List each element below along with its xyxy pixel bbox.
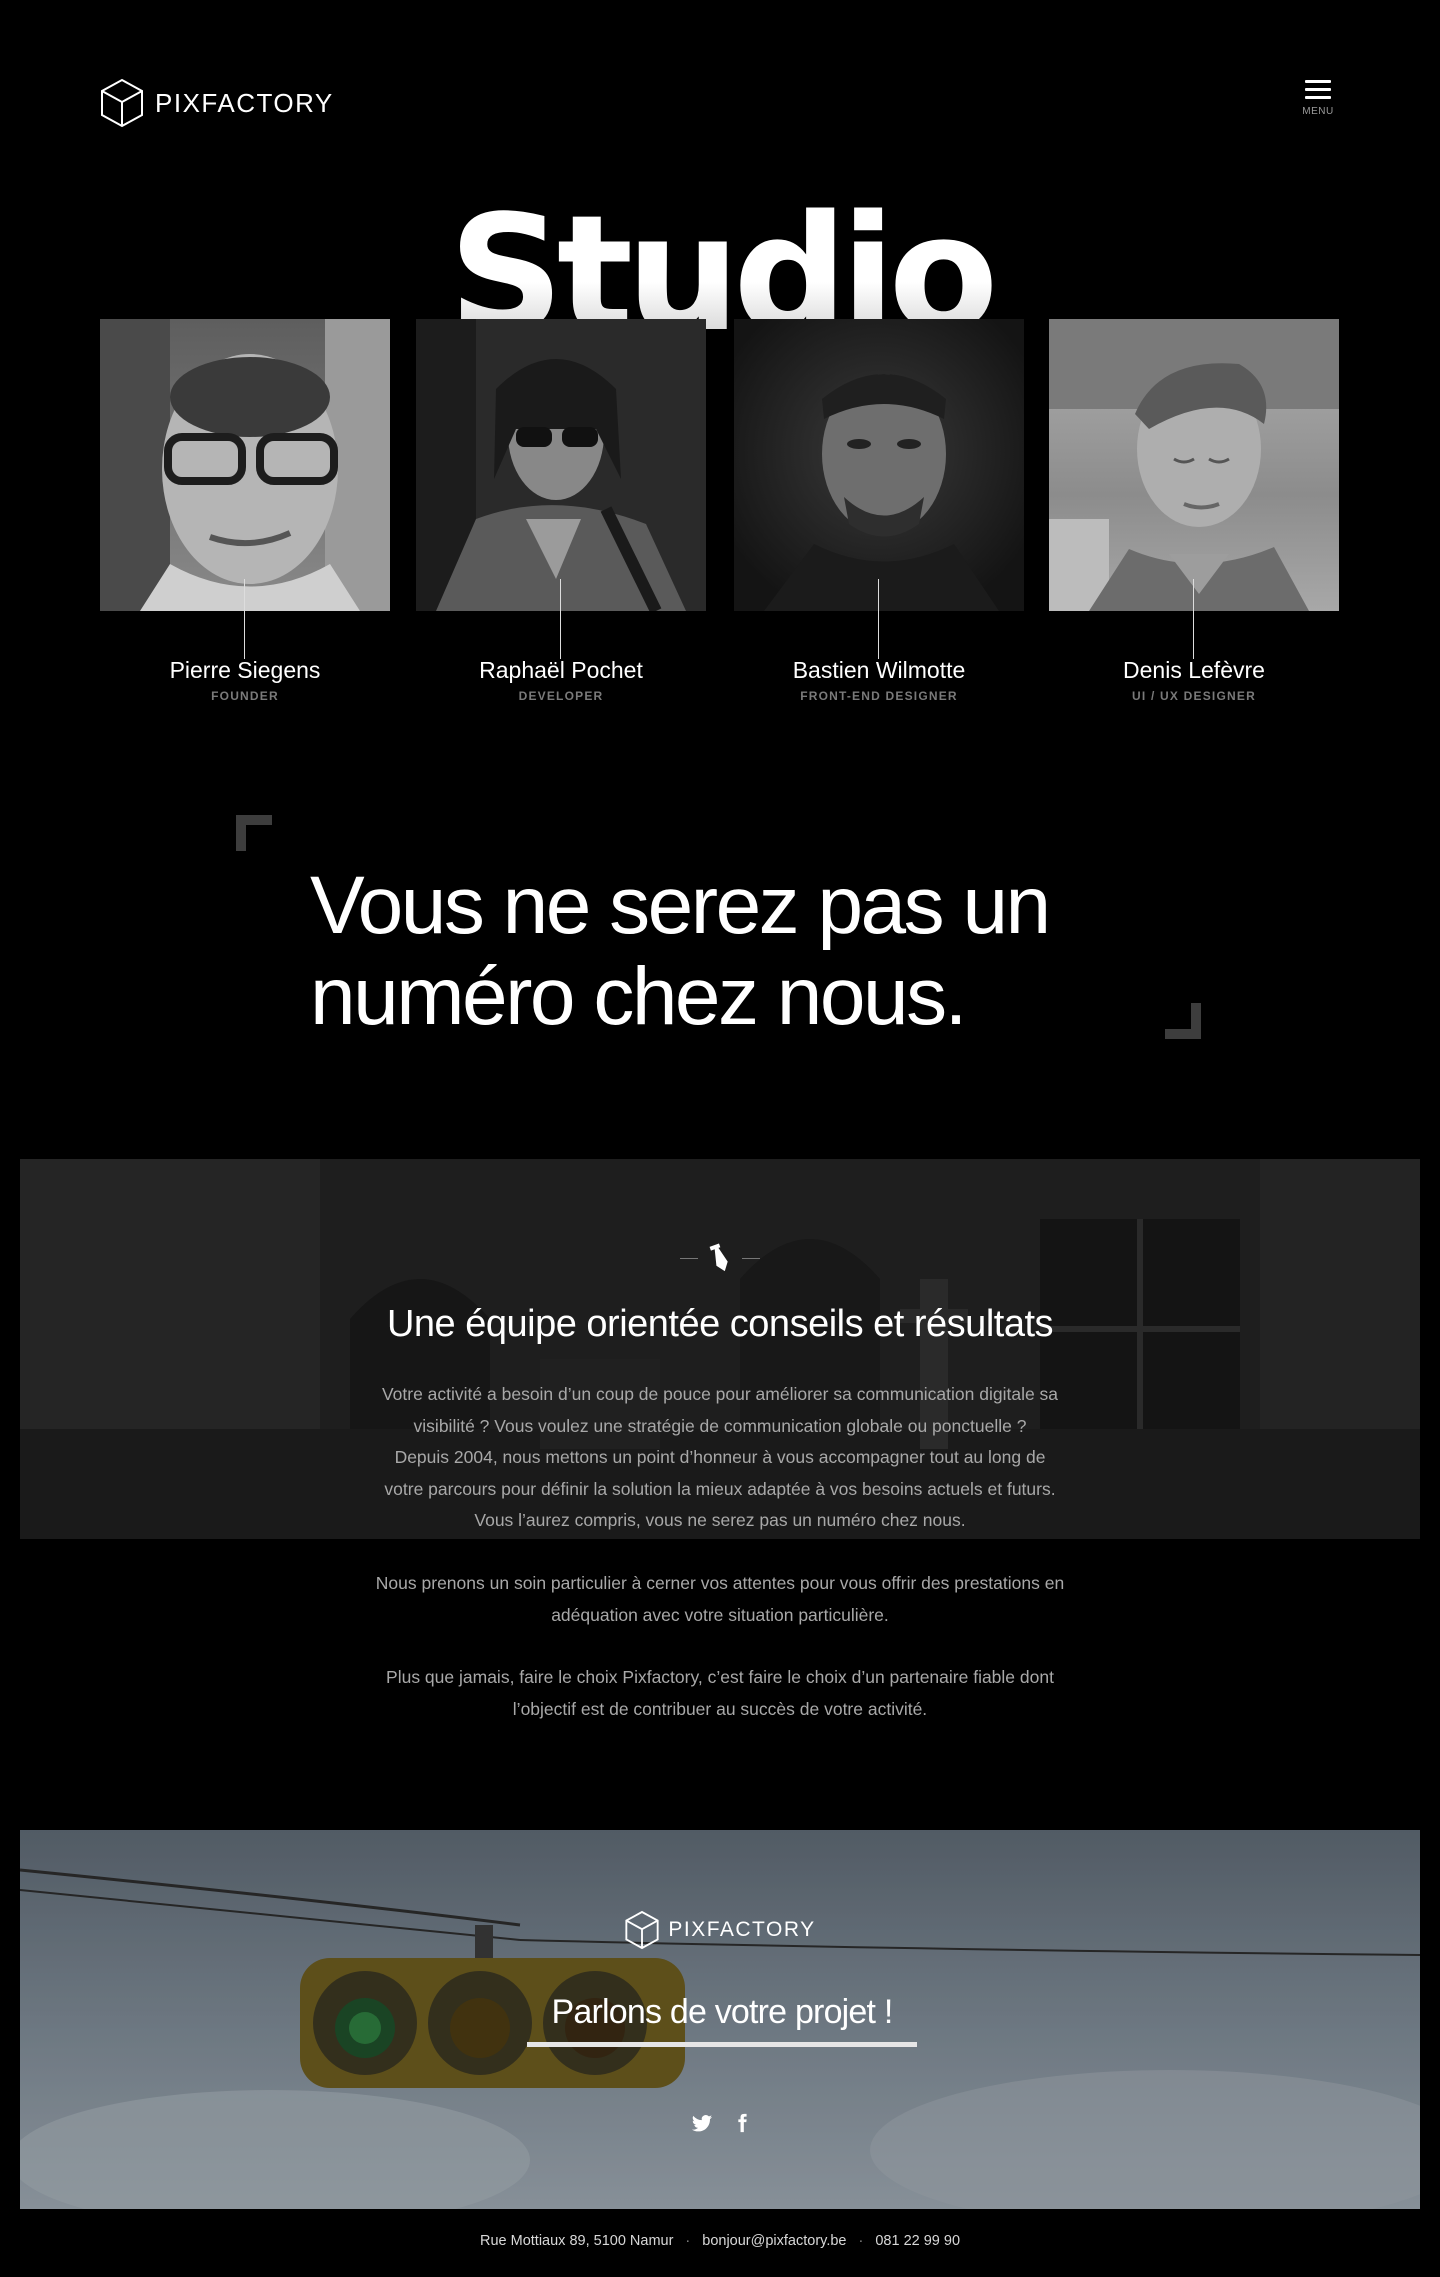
- footer-logo[interactable]: PIXFACTORY: [20, 1910, 1420, 1950]
- menu-label: MENU: [1302, 106, 1334, 117]
- separator: ·: [858, 2233, 864, 2249]
- separator: ·: [685, 2233, 691, 2249]
- paragraph-line: Vous l’aurez compris, vous ne serez pas …: [474, 1510, 966, 1530]
- quote-corner-bottom-right: [1165, 1003, 1201, 1039]
- brand-name: PIXFACTORY: [668, 1918, 816, 1941]
- member-role: FRONT-END DESIGNER: [800, 689, 958, 703]
- twitter-icon[interactable]: [691, 2112, 713, 2134]
- paragraph-line: visibilité ? Vous voulez une stratégie d…: [413, 1415, 1027, 1436]
- quote-heading: Vous ne serez pas un numéro chez nous.: [310, 860, 1210, 1042]
- member-role: DEVELOPER: [518, 689, 604, 703]
- footer-email-link[interactable]: bonjour@pixfactory.be: [702, 2233, 846, 2249]
- quote-line: Vous ne serez pas un: [310, 860, 1051, 951]
- divider-line: [680, 1258, 698, 1259]
- member-photo: [734, 319, 1024, 611]
- connector-line: [244, 579, 245, 659]
- member-photo: [100, 319, 390, 611]
- hamburger-icon: [1305, 78, 1331, 102]
- connector-line: [560, 579, 561, 659]
- quote-line: numéro chez nous.: [310, 951, 967, 1042]
- footer-phone-link[interactable]: 081 22 99 90: [875, 2233, 960, 2249]
- member-photo: [416, 319, 706, 611]
- team-member-card[interactable]: Denis Lefèvre UI / UX DESIGNER: [1049, 319, 1339, 703]
- section-title: Une équipe orientée conseils et résultat…: [386, 1303, 1054, 1345]
- pen-icon: [709, 1243, 728, 1272]
- paragraph-line: Nous prenons un soin particulier à cerne…: [375, 1573, 1065, 1593]
- menu-button[interactable]: MENU: [1298, 78, 1338, 128]
- team-member-card[interactable]: Raphaël Pochet DEVELOPER: [416, 319, 706, 703]
- paragraph-line: adéquation avec votre situation particul…: [551, 1604, 889, 1625]
- paragraph-line: Plus que jamais, faire le choix Pixfacto…: [386, 1667, 1054, 1687]
- paragraph-line: votre parcours pour définir la solution …: [384, 1478, 1056, 1499]
- cube-logo-icon: [101, 78, 143, 128]
- quote-corner-top-left: [236, 815, 272, 851]
- paragraph: Plus que jamais, faire le choix Pixfacto…: [310, 1662, 1130, 1725]
- divider-line: [742, 1258, 760, 1259]
- contact-banner: PIXFACTORY Parlons de votre projet !: [20, 1830, 1420, 2209]
- connector-line: [878, 579, 879, 659]
- paragraph: Votre activité a besoin d’un coup de pou…: [310, 1379, 1130, 1537]
- member-name: Pierre Siegens: [169, 657, 321, 683]
- paragraph-line: Depuis 2004, nous mettons un point d’hon…: [394, 1447, 1046, 1467]
- connector-line: [1193, 579, 1194, 659]
- brand-logo[interactable]: PIXFACTORY: [99, 78, 334, 128]
- social-links: [691, 2112, 753, 2134]
- member-name: Bastien Wilmotte: [792, 657, 966, 683]
- team-member-card[interactable]: Pierre Siegens FOUNDER: [100, 319, 390, 703]
- team-member-card[interactable]: Bastien Wilmotte FRONT-END DESIGNER: [734, 319, 1024, 703]
- footer-address: Rue Mottiaux 89, 5100 Namur: [479, 2233, 674, 2249]
- pen-divider: [680, 1240, 760, 1276]
- contact-cta-link[interactable]: Parlons de votre projet !: [527, 1993, 917, 2047]
- member-photo: [1049, 319, 1339, 611]
- brand-name: PIXFACTORY: [155, 87, 334, 118]
- paragraph-line: l’objectif est de contribuer au succès d…: [512, 1698, 928, 1719]
- facebook-icon[interactable]: [731, 2112, 753, 2134]
- member-role: FOUNDER: [211, 689, 279, 703]
- cube-logo-icon: [625, 1910, 659, 1950]
- member-name: Raphaël Pochet: [479, 657, 643, 683]
- member-role: UI / UX DESIGNER: [1132, 689, 1256, 703]
- footer-contact: Rue Mottiaux 89, 5100 Namur · bonjour@pixf…: [0, 2233, 1440, 2249]
- paragraph-line: Votre activité a besoin d’un coup de pou…: [381, 1384, 1059, 1404]
- paragraph: Nous prenons un soin particulier à cerne…: [310, 1568, 1130, 1631]
- member-name: Denis Lefèvre: [1123, 657, 1265, 683]
